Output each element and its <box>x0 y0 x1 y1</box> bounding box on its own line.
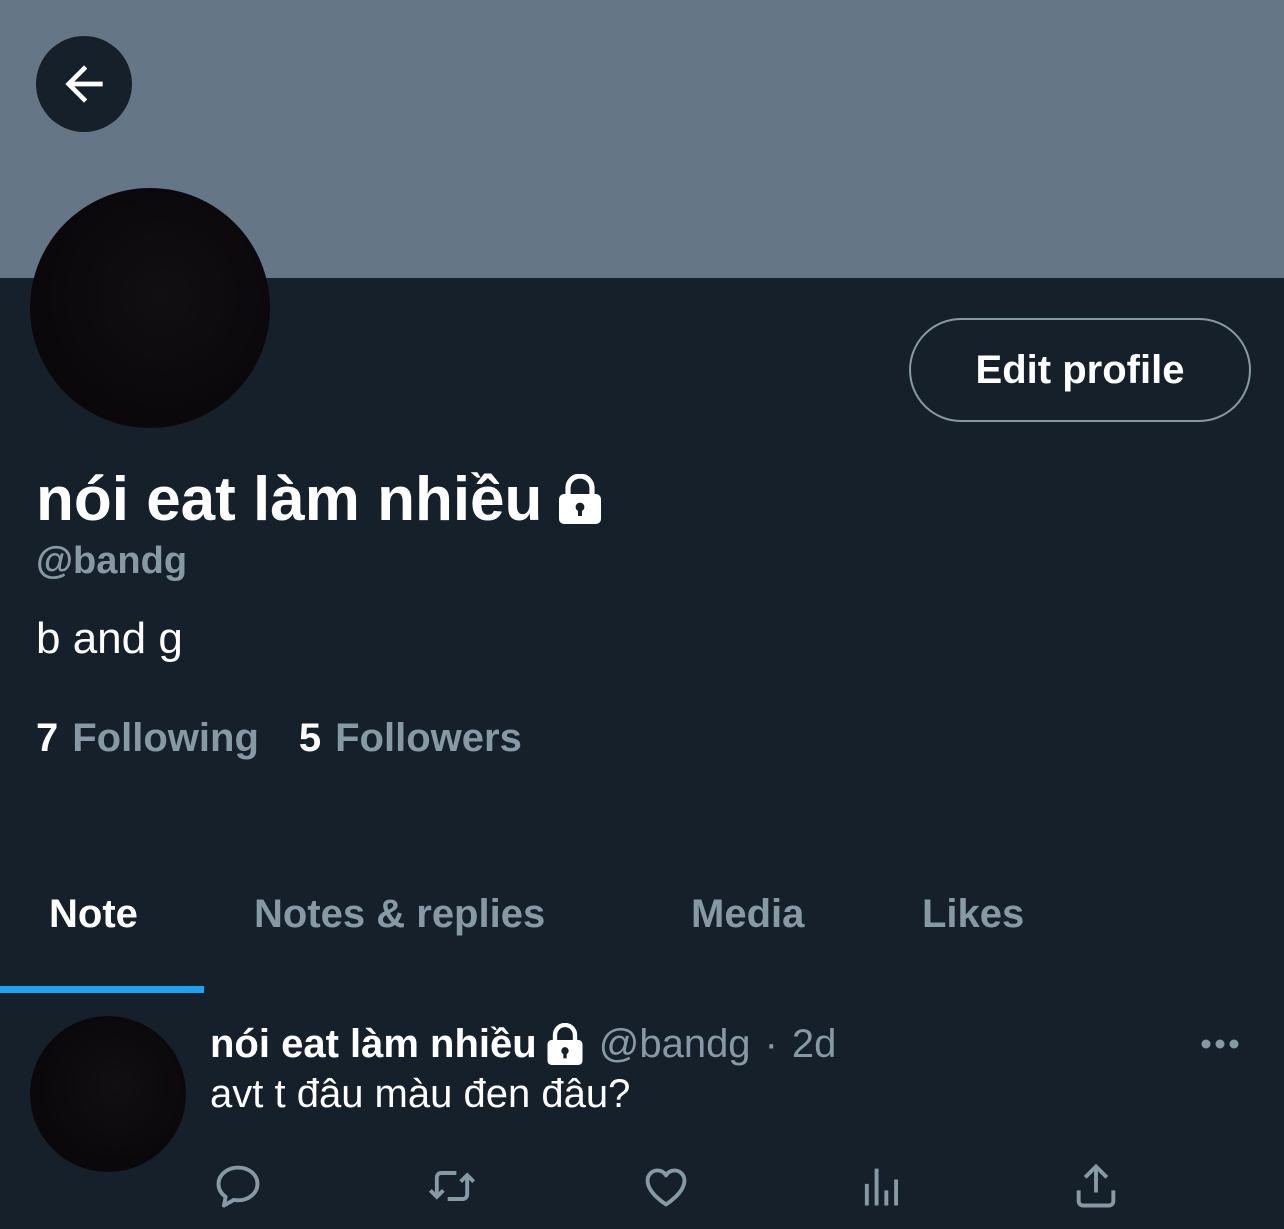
tweet-avatar[interactable] <box>30 1016 186 1172</box>
back-button[interactable] <box>36 36 132 132</box>
following-count: 7 <box>36 716 59 760</box>
like-icon <box>645 1168 687 1207</box>
tweet-more-button[interactable] <box>1196 1028 1244 1060</box>
analytics-icon <box>864 1168 899 1206</box>
share-icon <box>1076 1163 1116 1208</box>
tweet-header: nói eat làm nhiều @bandg · 2d <box>210 1022 836 1067</box>
profile-bio: b and g <box>36 614 183 663</box>
edit-profile-button[interactable]: Edit profile <box>909 318 1251 422</box>
tab-note[interactable]: Note <box>49 892 138 937</box>
share-button[interactable] <box>1070 1160 1122 1212</box>
analytics-button[interactable] <box>856 1160 908 1212</box>
like-button[interactable] <box>640 1160 692 1212</box>
profile-avatar[interactable] <box>30 188 270 428</box>
following-label: Following <box>72 716 259 760</box>
profile-tabs: Note Notes & replies Media Likes <box>0 860 1284 993</box>
reply-button[interactable] <box>212 1160 264 1212</box>
active-tab-indicator <box>0 986 204 993</box>
followers-link[interactable]: 5 Followers <box>299 716 522 761</box>
tweet-author-name[interactable]: nói eat làm nhiều <box>210 1022 537 1067</box>
arrow-left-icon <box>65 65 103 103</box>
followers-count: 5 <box>298 716 322 760</box>
tweet-separator: · <box>764 1022 778 1066</box>
profile-stats: 7 Following 5 Followers <box>36 716 522 761</box>
more-horizontal-icon <box>1201 1039 1239 1049</box>
following-link[interactable]: 7 Following <box>36 716 259 761</box>
profile-handle: @bandg <box>36 540 188 582</box>
tweet-text: avt t đâu màu đen đâu? <box>210 1072 631 1116</box>
profile-page: Edit profile nói eat làm nhiều @bandg b … <box>0 0 1284 1229</box>
lock-icon <box>559 474 602 524</box>
profile-display-name: nói eat làm nhiều <box>36 462 604 538</box>
retweet-icon <box>428 1171 476 1201</box>
followers-label: Followers <box>335 716 522 760</box>
tab-notes-and-replies[interactable]: Notes & replies <box>254 892 545 937</box>
tweet-author-handle[interactable]: @bandg <box>599 1022 751 1067</box>
reply-icon <box>216 1165 260 1208</box>
tab-likes[interactable]: Likes <box>922 892 1024 937</box>
tab-media[interactable]: Media <box>691 892 804 937</box>
tweet-timestamp[interactable]: 2d <box>792 1022 837 1067</box>
lock-icon <box>547 1022 583 1065</box>
display-name-text: nói eat làm nhiều <box>36 465 543 534</box>
retweet-button[interactable] <box>426 1160 478 1212</box>
